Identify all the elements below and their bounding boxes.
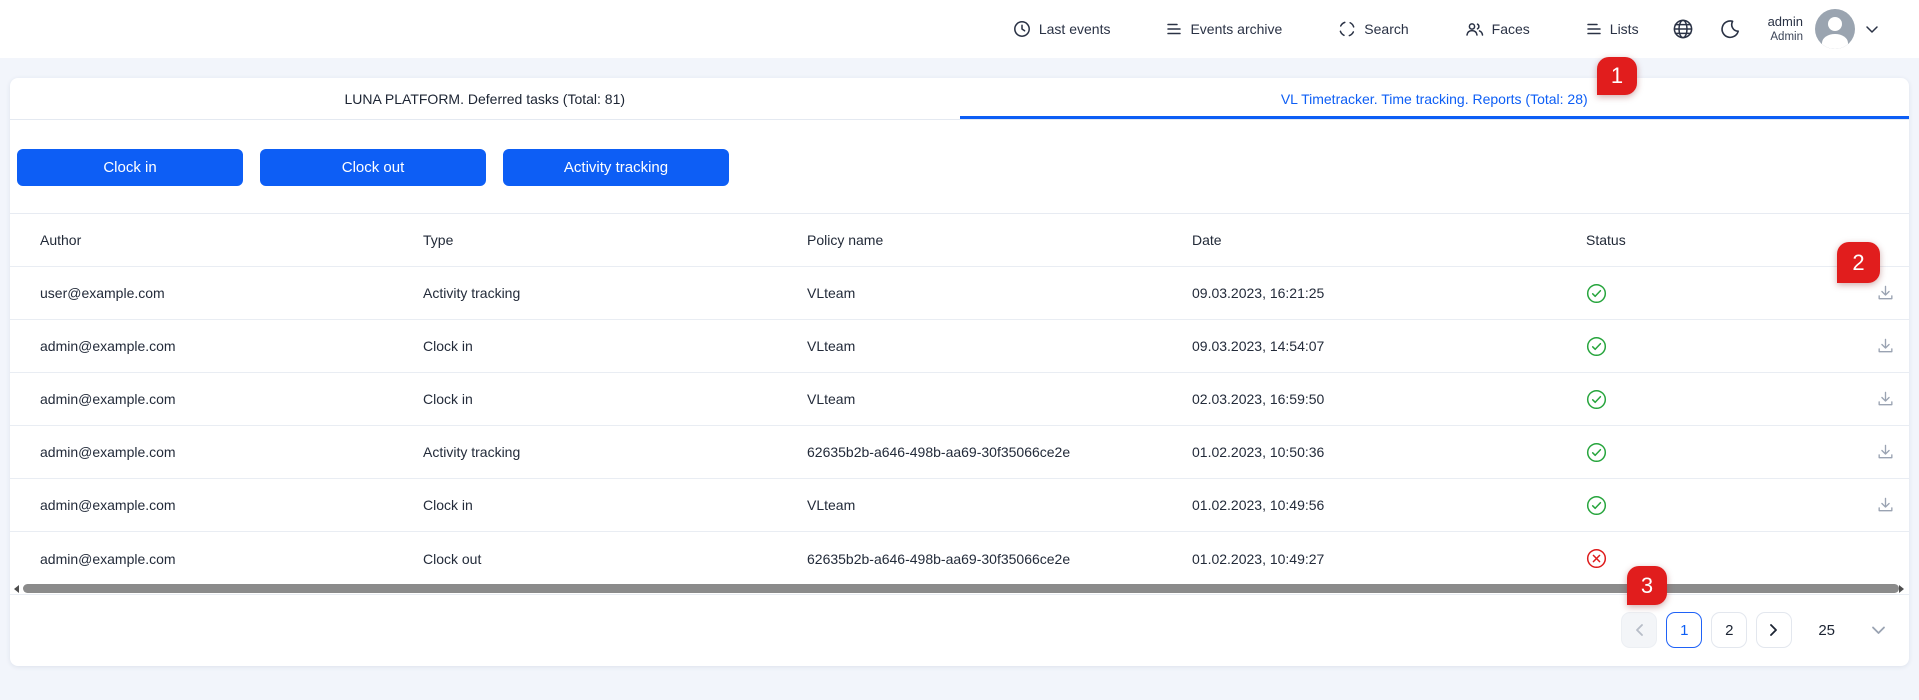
status-success-icon: [1580, 336, 1849, 357]
nav-search-label: Search: [1364, 21, 1408, 37]
prev-page-button[interactable]: [1621, 612, 1657, 648]
activity-tracking-button[interactable]: Activity tracking: [503, 149, 729, 186]
row-type: Clock in: [423, 338, 807, 354]
row-author: admin@example.com: [40, 551, 423, 567]
reports-card: LUNA PLATFORM. Deferred tasks (Total: 81…: [10, 78, 1909, 666]
moon-icon[interactable]: [1720, 19, 1740, 39]
row-author: admin@example.com: [40, 391, 423, 407]
list-icon: [1166, 22, 1182, 36]
row-policy: VLteam: [807, 285, 1192, 301]
pagination: 1 2 25: [1612, 612, 1886, 648]
download-icon[interactable]: [1876, 390, 1895, 409]
annotation-badge-2: 2: [1837, 242, 1880, 283]
reports-table: Author Type Policy name Date Status user…: [10, 213, 1909, 585]
col-status: Status: [1580, 232, 1849, 248]
scan-circle-icon: [1338, 20, 1356, 38]
clock-out-button[interactable]: Clock out: [260, 149, 486, 186]
row-policy: VLteam: [807, 391, 1192, 407]
col-policy: Policy name: [807, 232, 1192, 248]
page-1-button[interactable]: 1: [1666, 612, 1702, 648]
page-size-chevron-down-icon[interactable]: [1871, 625, 1886, 635]
page-size-value[interactable]: 25: [1818, 622, 1835, 639]
list-icon: [1586, 22, 1602, 36]
row-date: 01.02.2023, 10:50:36: [1192, 444, 1580, 460]
table-row: admin@example.com Clock in VLteam 09.03.…: [10, 320, 1909, 373]
user-menu-chevron-down-icon[interactable]: [1865, 25, 1879, 34]
row-policy: 62635b2b-a646-498b-aa69-30f35066ce2e: [807, 551, 1192, 567]
scrollbar-thumb[interactable]: [23, 584, 1899, 593]
table-row: admin@example.com Clock out 62635b2b-a64…: [10, 532, 1909, 585]
row-policy: VLteam: [807, 338, 1192, 354]
row-type: Clock in: [423, 497, 807, 513]
status-success-icon: [1580, 442, 1849, 463]
report-actions: Clock in Clock out Activity tracking: [10, 120, 1909, 186]
table-row: admin@example.com Clock in VLteam 01.02.…: [10, 479, 1909, 532]
clock-in-button[interactable]: Clock in: [17, 149, 243, 186]
nav-faces[interactable]: Faces: [1465, 21, 1530, 37]
download-icon[interactable]: [1876, 496, 1895, 515]
col-date: Date: [1192, 232, 1580, 248]
table-row: user@example.com Activity tracking VLtea…: [10, 267, 1909, 320]
row-date: 01.02.2023, 10:49:56: [1192, 497, 1580, 513]
nav-events-archive-label: Events archive: [1190, 21, 1282, 37]
annotation-badge-3: 3: [1627, 566, 1667, 605]
user-role: Admin: [1768, 30, 1803, 44]
nav-search[interactable]: Search: [1338, 20, 1408, 38]
nav-last-events-label: Last events: [1039, 21, 1111, 37]
row-author: admin@example.com: [40, 497, 423, 513]
avatar[interactable]: [1815, 9, 1855, 49]
status-success-icon: [1580, 495, 1849, 516]
next-page-button[interactable]: [1756, 612, 1792, 648]
nav-faces-label: Faces: [1492, 21, 1530, 37]
row-policy: 62635b2b-a646-498b-aa69-30f35066ce2e: [807, 444, 1192, 460]
nav-lists-label: Lists: [1610, 21, 1639, 37]
download-icon[interactable]: [1876, 443, 1895, 462]
row-policy: VLteam: [807, 497, 1192, 513]
row-author: user@example.com: [40, 285, 423, 301]
table-row: admin@example.com Activity tracking 6263…: [10, 426, 1909, 479]
status-success-icon: [1580, 283, 1849, 304]
download-icon[interactable]: [1876, 337, 1895, 356]
download-icon[interactable]: [1876, 284, 1895, 303]
nav-lists[interactable]: Lists: [1586, 21, 1639, 37]
page-2-button[interactable]: 2: [1711, 612, 1747, 648]
status-success-icon: [1580, 389, 1849, 410]
col-author: Author: [40, 232, 423, 248]
scroll-left-arrow-icon[interactable]: [14, 585, 19, 593]
people-icon: [1465, 21, 1484, 37]
horizontal-scrollbar: [10, 583, 1909, 595]
row-date: 09.03.2023, 16:21:25: [1192, 285, 1580, 301]
row-date: 02.03.2023, 16:59:50: [1192, 391, 1580, 407]
row-type: Activity tracking: [423, 285, 807, 301]
top-navbar: Last events Events archive Search Faces …: [0, 0, 1919, 58]
tab-timetracker-reports-label: VL Timetracker. Time tracking. Reports (…: [1281, 91, 1588, 107]
table-header-row: Author Type Policy name Date Status: [10, 214, 1909, 267]
row-type: Clock in: [423, 391, 807, 407]
tab-deferred-tasks-label: LUNA PLATFORM. Deferred tasks (Total: 81…: [344, 91, 625, 107]
status-error-icon: [1580, 548, 1849, 569]
row-author: admin@example.com: [40, 338, 423, 354]
user-name: admin: [1768, 14, 1803, 30]
col-type: Type: [423, 232, 807, 248]
row-author: admin@example.com: [40, 444, 423, 460]
table-row: admin@example.com Clock in VLteam 02.03.…: [10, 373, 1909, 426]
tab-deferred-tasks[interactable]: LUNA PLATFORM. Deferred tasks (Total: 81…: [10, 78, 960, 119]
tab-timetracker-reports[interactable]: VL Timetracker. Time tracking. Reports (…: [960, 78, 1910, 119]
scroll-right-arrow-icon[interactable]: [1899, 585, 1904, 593]
clock-icon: [1013, 20, 1031, 38]
row-type: Clock out: [423, 551, 807, 567]
globe-icon[interactable]: [1672, 18, 1694, 40]
annotation-badge-1: 1: [1597, 57, 1637, 95]
row-type: Activity tracking: [423, 444, 807, 460]
row-date: 09.03.2023, 14:54:07: [1192, 338, 1580, 354]
row-date: 01.02.2023, 10:49:27: [1192, 551, 1580, 567]
nav-events-archive[interactable]: Events archive: [1166, 21, 1282, 37]
user-info: admin Admin: [1768, 14, 1803, 45]
nav-last-events[interactable]: Last events: [1013, 20, 1111, 38]
